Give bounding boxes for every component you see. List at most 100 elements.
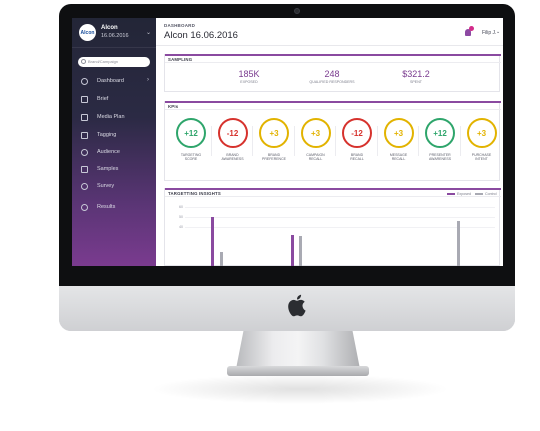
kpi-label-line: RECALL [350,157,364,162]
kpi-label-line: AWARENESS [221,157,244,162]
sidebar-item-label: Brief [97,96,109,102]
sidebar-item-samples[interactable]: Samples [72,164,156,176]
chart-bar-control[interactable] [457,220,460,266]
kpi-value-ring: -12 [217,118,248,148]
card-header: KPIs [165,101,501,110]
kpi-label: BRAND PREFERENCE [254,153,294,162]
chevron-down-icon[interactable]: ⌄ [496,29,500,35]
card-title: SAMPLING [168,57,193,62]
sidebar-item-label: Media Plan [97,114,125,120]
kpi-label: PURCHASE INTENT [462,153,502,162]
kpi-divider [210,126,212,156]
sidebar-item-dashboard[interactable]: Dashboard › [72,76,156,88]
audience-icon [81,149,88,156]
sidebar-item-survey[interactable]: Survey [72,181,156,193]
y-tick-label: 50 [179,214,183,219]
search-placeholder: Brand/Campaign [88,59,119,64]
kpi-label: PRESENTER AWARENESS [420,153,460,162]
kpi-item[interactable]: +3 PURCHASE INTENT [464,118,504,178]
stat-label: QUALIFIED RESPONDERS [309,80,355,84]
targeting-insights-card: TARGETTING INSIGHTS Exposed Control 60 50… [164,188,501,266]
kpi-item[interactable]: +12 TARGETING SCORE [173,118,213,178]
sidebar-item-brief[interactable]: Brief [72,94,156,106]
imac-shadow [150,374,450,404]
sidebar: Alcon Alcon 16.06.2016 ⌄ Brand/Campaign … [72,18,156,266]
sidebar-item-audience[interactable]: Audience [72,147,156,159]
legend-label: Exposed [457,192,471,196]
search-input[interactable]: Brand/Campaign [78,57,150,67]
stat-label: SPENT [410,80,422,84]
stat-label: EXPOSED [240,80,258,84]
kpi-item[interactable]: -12 BRAND AWARENESS [215,118,255,178]
imac-mockup: Alcon Alcon 16.06.2016 ⌄ Brand/Campaign … [0,0,540,431]
sidebar-item-results[interactable]: Results [72,202,156,214]
chart-bar-exposed[interactable] [291,234,294,266]
kpi-label: BRAND RECALL [337,153,377,162]
breadcrumb[interactable]: DASHBOARD [164,23,195,28]
stat-value: 185K [238,69,260,79]
kpi-divider [459,126,461,156]
kpi-label: TARGETING SCORE [171,153,211,162]
kpis-card: KPIs +12 TARGETING SCORE -12 BRAND AWARENESS +… [164,101,501,181]
kpi-value-ring: +3 [259,118,289,148]
stat-value: $321.2 [402,69,430,79]
project-switcher[interactable]: Alcon Alcon 16.06.2016 ⌄ [72,18,156,48]
kpi-value-ring: +12 [425,118,455,148]
legend-control: Control [475,192,497,196]
imac-stand-base [227,366,369,376]
kpi-divider [335,126,336,156]
chart-bar-control[interactable] [220,252,223,266]
kpi-label-line: SCORE [184,157,198,162]
kpi-item[interactable]: +3 CAMPAIGN RECALL [298,118,338,178]
legend-label: Control [485,192,497,196]
kpi-item[interactable]: -12 BRAND RECALL [339,118,379,178]
tag-icon [81,132,88,139]
legend-swatch [447,193,455,195]
sidebar-item-label: Samples [97,166,119,172]
sidebar-item-tagging[interactable]: Tagging [72,130,156,142]
y-tick-label: 40 [179,224,183,229]
kpi-value-ring: +3 [300,118,331,148]
results-icon [81,204,88,211]
kpi-label: CAMPAIGN RECALL [296,153,336,162]
stat-value: 248 [324,69,340,79]
chevron-down-icon[interactable]: ⌄ [146,29,151,36]
sampling-card: SAMPLING 185K EXPOSED 248 QUALIFIED RESP… [164,54,501,92]
project-title: Alcon [101,25,118,31]
kpi-label-line: RECALL [391,157,406,162]
sidebar-item-label: Tagging [97,132,117,138]
kpi-value-ring: +3 [383,118,414,148]
brand-logo: Alcon [79,24,96,41]
chart-bar-control[interactable] [299,236,302,266]
apple-logo-icon [288,294,306,317]
kpi-item[interactable]: +3 BRAND PREFERENCE [256,118,296,178]
chart-bar-exposed[interactable] [211,216,214,266]
kpi-value-ring: +12 [176,118,206,148]
dashboard-icon [81,78,88,85]
imac-stand [236,331,360,369]
kpi-label: MESSAGE RECALL [379,153,419,162]
kpi-value-ring: +3 [466,118,497,148]
kpi-value-ring: -12 [342,118,372,148]
brief-icon [81,96,88,103]
media-plan-icon [81,114,88,121]
grid-line [185,206,495,208]
y-tick-label: 60 [179,204,183,209]
card-header: SAMPLING [165,54,501,63]
kpi-label-line: RECALL [308,157,323,162]
sidebar-item-media-plan[interactable]: Media Plan [72,112,156,124]
user-menu[interactable]: Filip J. [482,30,496,36]
samples-icon [81,166,88,173]
sidebar-item-label: Survey [97,183,115,189]
kpi-item[interactable]: +3 MESSAGE RECALL [381,118,421,178]
kpi-label: BRAND AWARENESS [213,153,253,162]
sampling-stats: 185K EXPOSED 248 QUALIFIED RESPONDERS $3… [165,69,501,89]
kpi-item[interactable]: +12 PRESENTER AWARENESS [422,118,462,178]
card-title: TARGETTING INSIGHTS [168,191,221,196]
card-title: KPIs [168,104,179,109]
sidebar-item-label: Audience [97,149,120,155]
chevron-right-icon: › [147,77,149,83]
kpi-label-line: AWARENESS [428,157,452,162]
kpi-divider [293,126,295,156]
kpi-label-line: PREFERENCE [262,157,286,162]
